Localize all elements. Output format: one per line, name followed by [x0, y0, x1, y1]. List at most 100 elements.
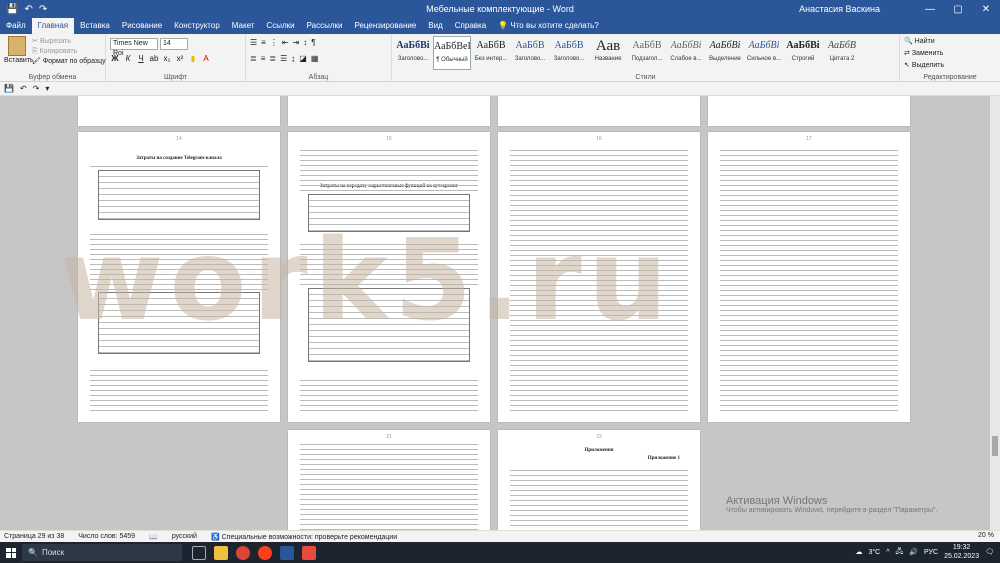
align-center-icon[interactable]: ≡ [261, 54, 266, 63]
page[interactable] [498, 96, 700, 126]
style-normal[interactable]: АаБбВеI ¶ Обычный [433, 36, 471, 70]
user-name[interactable]: Анастасия Васкина [799, 4, 880, 14]
app-icon[interactable] [302, 545, 316, 560]
language[interactable]: русский [172, 533, 197, 540]
clock[interactable]: 19:32 25.02.2023 [944, 543, 979, 561]
weather-icon[interactable]: ☁ [855, 548, 862, 556]
tab-insert[interactable]: Вставка [74, 18, 116, 34]
tab-references[interactable]: Ссылки [260, 18, 300, 34]
align-right-icon[interactable]: ≣ [269, 54, 276, 63]
decrease-indent-icon[interactable]: ⇤ [282, 38, 289, 47]
customize-icon[interactable]: ▾ [45, 84, 49, 93]
volume-icon[interactable]: 🔊 [909, 548, 918, 556]
style-quote-2[interactable]: АаБбВ Цитата 2 [823, 36, 861, 70]
subscript-button[interactable]: x₂ [162, 54, 172, 63]
task-view-icon[interactable] [192, 545, 206, 560]
tab-layout[interactable]: Макет [226, 18, 261, 34]
underline-button[interactable]: Ч [136, 54, 146, 63]
notifications-icon[interactable]: 🗨 [985, 548, 994, 556]
page-count[interactable]: Страница 29 из 38 [4, 533, 64, 540]
taskbar-search[interactable]: 🔍 Поиск [22, 544, 182, 561]
start-button[interactable] [0, 542, 22, 563]
style-subtle-emphasis[interactable]: АаБбВі Слабое в... [667, 36, 705, 70]
justify-icon[interactable]: ☰ [280, 54, 287, 63]
word-count[interactable]: Число слов: 5459 [78, 533, 135, 540]
select-button[interactable]: ↖ Выделить [904, 60, 944, 72]
line-spacing-icon[interactable]: ↨ [291, 54, 295, 63]
style-subtitle[interactable]: АаБбВ Подзагол... [628, 36, 666, 70]
redo-icon[interactable]: ↷ [39, 4, 47, 15]
accessibility-status[interactable]: ♿ Специальные возможности: проверьте рек… [211, 533, 397, 541]
page[interactable] [708, 96, 910, 126]
keyboard-language[interactable]: РУС [924, 549, 938, 556]
yandex-browser-icon[interactable] [258, 545, 272, 560]
proofing-icon[interactable]: 📖 [149, 533, 158, 541]
replace-label: Заменить [911, 50, 944, 57]
style-no-spacing[interactable]: АаБбВ Без интер... [472, 36, 510, 70]
tab-home[interactable]: Главная [31, 18, 75, 34]
scrollbar-thumb[interactable] [992, 436, 998, 456]
italic-button[interactable]: К [123, 54, 133, 63]
cut-button[interactable]: ✂ Вырезать [32, 37, 106, 47]
page[interactable] [288, 96, 490, 126]
tab-design[interactable]: Конструктор [168, 18, 226, 34]
tray-chevron-icon[interactable]: ^ [886, 549, 889, 556]
numbering-icon[interactable]: ≡ [261, 38, 266, 47]
pilcrow-icon[interactable]: ¶ [311, 38, 315, 47]
text-line [510, 165, 688, 166]
replace-button[interactable]: ⇄ Заменить [904, 48, 944, 60]
multilevel-list-icon[interactable]: ⋮ [270, 38, 278, 47]
save-icon[interactable]: 💾 [6, 4, 18, 15]
paste-button[interactable]: Вставить [4, 36, 34, 64]
tab-draw[interactable]: Рисование [116, 18, 168, 34]
increase-indent-icon[interactable]: ⇥ [293, 38, 300, 47]
font-color-icon[interactable]: A [201, 54, 211, 63]
style-strong[interactable]: АаБбВі Строгий [784, 36, 822, 70]
tab-file[interactable]: Файл [0, 18, 32, 34]
page[interactable]: 21 [288, 430, 490, 530]
borders-icon[interactable]: ▦ [311, 54, 319, 63]
page[interactable]: 22 Приложения Приложение 1 [498, 430, 700, 530]
document-area[interactable]: 14 Затраты на создание Telegram-канала 1… [0, 96, 990, 530]
font-size-select[interactable]: 14 [160, 38, 188, 50]
style-emphasis[interactable]: АаБбВі Выделение [706, 36, 744, 70]
superscript-button[interactable]: x² [175, 54, 185, 63]
font-name-select[interactable]: Times New Roi [110, 38, 158, 57]
strikethrough-button[interactable]: ab [149, 54, 159, 63]
bold-button[interactable]: Ж [110, 54, 120, 63]
file-explorer-icon[interactable] [214, 545, 228, 560]
bullets-icon[interactable]: ☰ [250, 38, 257, 47]
text-highlight-icon[interactable]: ▮ [188, 54, 198, 63]
tell-me-search[interactable]: 💡 Что вы хотите сделать? [492, 18, 605, 34]
style-heading[interactable]: АаБбВі Заголово... [394, 36, 432, 70]
align-left-icon[interactable]: ≣ [250, 54, 257, 63]
zoom-level[interactable]: 20 % [978, 532, 994, 539]
word-icon[interactable] [280, 545, 294, 560]
tab-help[interactable]: Справка [449, 18, 492, 34]
weather-temp[interactable]: 3°C [868, 549, 880, 556]
minimize-icon[interactable]: — [916, 0, 944, 18]
page[interactable]: 17 [708, 132, 910, 422]
style-heading-2[interactable]: АаБбВ Заголово... [511, 36, 549, 70]
sort-icon[interactable]: ↕ [303, 38, 307, 47]
style-intense-emphasis[interactable]: АаБбВі Сильное в... [745, 36, 783, 70]
redo-icon[interactable]: ↷ [33, 84, 40, 93]
save-icon[interactable]: 💾 [4, 84, 14, 93]
maximize-icon[interactable]: ▢ [944, 0, 972, 18]
copy-button[interactable]: ⎘ Копировать [32, 47, 106, 57]
tab-mailings[interactable]: Рассылки [301, 18, 349, 34]
undo-icon[interactable]: ↶ [20, 84, 27, 93]
style-title[interactable]: Аав Название [589, 36, 627, 70]
tab-review[interactable]: Рецензирование [349, 18, 423, 34]
chrome-icon[interactable] [236, 545, 250, 560]
vertical-scrollbar[interactable] [990, 96, 1000, 530]
find-button[interactable]: 🔍 Найти [904, 36, 944, 48]
page[interactable] [78, 96, 280, 126]
tab-view[interactable]: Вид [422, 18, 448, 34]
style-heading-3[interactable]: АаБбВ Заголово... [550, 36, 588, 70]
undo-icon[interactable]: ↶ [24, 4, 32, 15]
close-icon[interactable]: ✕ [972, 0, 1000, 18]
format-painter-button[interactable]: 🖌 Формат по образцу [32, 57, 106, 67]
shading-icon[interactable]: ◪ [299, 54, 307, 63]
network-icon[interactable]: 🖧 [896, 547, 904, 558]
